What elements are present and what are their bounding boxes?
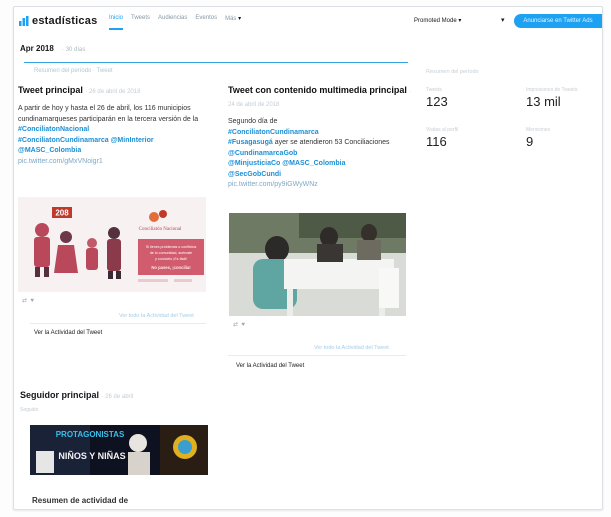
stat-value: 123 — [426, 94, 448, 109]
stats-panel-heading: Resumen del período — [426, 69, 479, 75]
mention-link[interactable]: @MASC_Colombia — [282, 160, 345, 167]
top-follower-title: Seguidor principal · 26 de abril — [20, 390, 133, 400]
mention-link[interactable]: @MinInterior — [111, 137, 154, 144]
view-all-activity-link[interactable]: Ver todo la Actividad del Tweet — [119, 313, 194, 319]
anniversary-badge: 208 — [55, 209, 69, 218]
media-tweet-heading: Tweet con contenido multimedia principal — [228, 85, 407, 95]
banner-headline: PROTAGONISTAS — [56, 430, 125, 439]
top-tweet-text: A partir de hoy y hasta el 26 de abril, … — [14, 104, 208, 167]
family-illustration-image: 208 Conciliatón Nacional Si tienes probl… — [18, 197, 206, 292]
like-icon: ♥ — [30, 298, 34, 304]
hashtag-link[interactable]: #Fusagasugá — [228, 139, 273, 146]
banner-line: Si tienes problemas o conflictos — [146, 245, 197, 249]
brand-label: estadísticas — [32, 15, 98, 27]
media-tweet-text: Segundo día de #ConciliatonCundinamarca … — [228, 117, 418, 191]
card-divider — [228, 355, 406, 356]
stat-mentions: Menciones 9 — [526, 127, 550, 149]
media-tweet-photo[interactable] — [229, 213, 406, 316]
banner-subheadline: NIÑOS Y NIÑAS — [58, 451, 125, 461]
ads-button[interactable]: Anunciarse en Twitter Ads — [514, 14, 602, 28]
chevron-down-icon: ▾ — [458, 18, 462, 24]
account-menu-label: Promoted Mode — [414, 18, 457, 24]
tab-eventos[interactable]: Eventos — [195, 15, 217, 30]
media-tweet-title: Tweet con contenido multimedia principal… — [228, 85, 418, 111]
stat-value: 9 — [526, 134, 534, 149]
top-tweet-heading: Tweet principal — [18, 85, 83, 95]
conciliaton-logo: Conciliatón Nacional — [139, 227, 182, 232]
tab-audiencias[interactable]: Audiencias — [158, 15, 187, 30]
hashtag-link[interactable]: #ConciliatonCundinamarca — [18, 137, 109, 144]
banner-line: y conócelo ¡Es fácil! — [155, 257, 187, 261]
top-tweet-card: Tweet principal · 26 de abril de 2018 A … — [14, 85, 209, 167]
tweet-body: ayer se atendieron 53 Conciliaciones — [274, 139, 390, 146]
top-follower-heading: Seguidor principal — [20, 390, 100, 400]
banner-cta: No pases, ¡concilia! — [151, 265, 190, 270]
follower-banner[interactable]: PROTAGONISTAS NIÑOS Y NIÑAS — [30, 425, 208, 475]
tweet-body: A partir de hoy y hasta el 26 de abril, … — [18, 105, 199, 123]
media-tweet-engagement: ⇄ ♥ — [233, 321, 245, 328]
period-sub: · 30 días — [62, 47, 86, 53]
hashtag-link[interactable]: #ConciliatonNacional — [18, 126, 89, 133]
top-tweet-date: · 26 de abril de 2018 — [85, 89, 141, 95]
top-nav: estadísticas Inicio Tweets Audiencias Ev… — [14, 7, 602, 35]
nav-tabs: Inicio Tweets Audiencias Eventos Más ▾ — [109, 15, 241, 30]
mention-link[interactable]: @CundinamarcaGob — [228, 150, 297, 157]
top-tweet-image[interactable]: 208 Conciliatón Nacional Si tienes probl… — [18, 197, 206, 292]
settings-dropdown[interactable]: ▾ — [501, 16, 505, 24]
tab-inicio[interactable]: Inicio — [109, 15, 124, 30]
chevron-down-icon: ▾ — [238, 16, 242, 22]
top-follower-sub: Seguido — [20, 407, 39, 413]
view-all-activity-link[interactable]: Ver todo la Actividad del Tweet — [314, 345, 389, 351]
tab-tweets[interactable]: Tweets — [131, 15, 150, 30]
mention-link[interactable]: @SecGobCundi — [228, 171, 281, 178]
tweet-body: Segundo día de — [228, 118, 278, 125]
analytics-page: estadísticas Inicio Tweets Audiencias Ev… — [13, 6, 603, 510]
analytics-bars-icon — [19, 16, 29, 26]
period-selector[interactable]: Apr 2018 · 30 días — [20, 44, 85, 53]
stat-value: 116 — [426, 134, 447, 149]
brand[interactable]: estadísticas — [19, 15, 97, 27]
stat-impressions: Impresiones de Tweets 13 mil — [526, 87, 577, 109]
mention-link[interactable]: @MASC_Colombia — [18, 147, 81, 154]
top-tweet-engagement: ⇄ ♥ — [22, 297, 34, 304]
media-link[interactable]: pic.twitter.com/py9iGWyWNz — [228, 181, 318, 188]
stat-value: 13 mil — [526, 94, 561, 109]
retweet-icon: ⇄ — [22, 298, 28, 304]
summary-label: Resumen del período · Tweet — [34, 68, 113, 74]
top-tweet-title: Tweet principal · 26 de abril de 2018 — [14, 85, 209, 98]
timeline-divider — [24, 62, 408, 63]
view-tweet-activity-link[interactable]: Ver la Actividad del Tweet — [236, 363, 304, 369]
like-icon: ♥ — [241, 322, 245, 328]
bottom-section-heading: Resumen de actividad de — [32, 496, 129, 505]
account-menu[interactable]: Promoted Mode ▾ — [414, 17, 461, 24]
follower-banner-image: PROTAGONISTAS NIÑOS Y NIÑAS — [30, 425, 208, 475]
hashtag-link[interactable]: #ConciliatonCundinamarca — [228, 129, 319, 136]
media-link[interactable]: pic.twitter.com/gMxVNoigr1 — [18, 158, 103, 165]
retweet-icon: ⇄ — [233, 322, 239, 328]
tab-mas[interactable]: Más ▾ — [225, 15, 241, 30]
stat-tweets: Tweets 123 — [426, 87, 448, 109]
stat-profile-visits: Visitas al perfil 116 — [426, 127, 458, 149]
card-divider — [30, 323, 206, 324]
media-tweet-card: Tweet con contenido multimedia principal… — [228, 85, 418, 191]
mention-link[interactable]: @MinjusticiaCo — [228, 160, 280, 167]
period-label: Apr 2018 — [20, 44, 54, 53]
banner-line: de tu comunidad, acércate — [150, 251, 192, 255]
tab-mas-label: Más — [225, 16, 237, 22]
view-tweet-activity-link[interactable]: Ver la Actividad del Tweet — [34, 330, 102, 336]
conciliation-photo — [229, 213, 406, 316]
top-follower-date: · 26 de abril — [101, 394, 134, 400]
